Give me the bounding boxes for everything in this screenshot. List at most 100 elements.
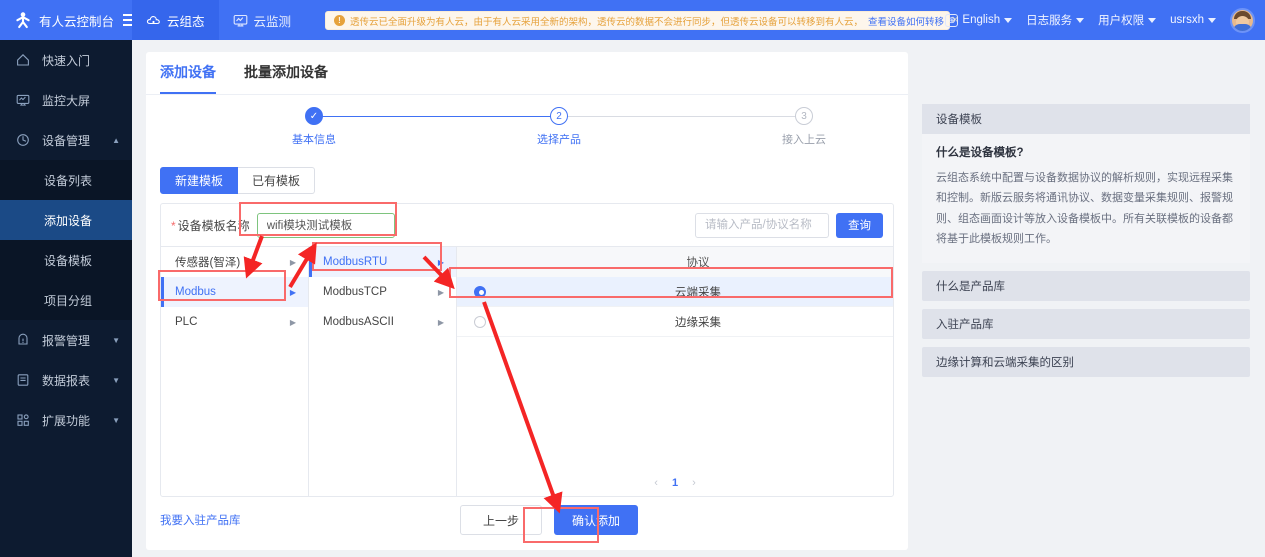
- sidebar-item-data-report[interactable]: 数据报表 ▼: [0, 360, 132, 400]
- step-label: 接入上云: [782, 134, 826, 146]
- step-basic-info[interactable]: ✓ 基本信息: [254, 107, 374, 147]
- brand-title: 有人云控制台: [39, 14, 115, 29]
- chevron-down-icon: [1076, 17, 1085, 23]
- top-right-menu: ⊕ English 日志服务 用户权限 usrsxh: [945, 0, 1255, 40]
- step-label: 选择产品: [537, 134, 581, 146]
- template-name-input[interactable]: [256, 212, 395, 238]
- chevron-right-icon: ▶: [437, 257, 444, 267]
- sidebar-item-device-management[interactable]: 设备管理 ▲: [0, 120, 132, 160]
- tab-label: 添加设备: [160, 64, 216, 80]
- language-label: English: [962, 14, 1001, 26]
- sidebar-item-alarm-management[interactable]: 报警管理 ▼: [0, 320, 132, 360]
- table-row[interactable]: 云端采集: [457, 277, 893, 307]
- protocol-label: 边缘采集: [675, 316, 721, 329]
- sidebar-item-label: 数据报表: [42, 373, 91, 388]
- top-bar: 有人云控制台 云组态 云监测 ! 透传云已全面升级为有人云，由于有人云采用全新的…: [0, 0, 1265, 40]
- confirm-add-button[interactable]: 确认添加: [554, 505, 639, 535]
- help-section-what-is-product-library[interactable]: 什么是产品库: [922, 271, 1250, 302]
- screen-icon: [14, 93, 32, 107]
- tab-batch-add-device[interactable]: 批量添加设备: [244, 62, 328, 94]
- template-mode-segmented: 新建模板 已有模板: [160, 167, 908, 194]
- app-root: 有人云控制台 云组态 云监测 ! 透传云已全面升级为有人云，由于有人云采用全新的…: [0, 0, 1265, 557]
- pagination: ‹ 1 ›: [457, 477, 893, 489]
- picker-option-modbus[interactable]: Modbus ▶: [161, 277, 308, 307]
- device-icon: [14, 133, 32, 147]
- notice-text: 透传云已全面升级为有人云，由于有人云采用全新的架构，透传云的数据不会进行同步，但…: [350, 16, 864, 28]
- logo-icon: [14, 11, 32, 29]
- chevron-down-icon: ▼: [112, 375, 120, 385]
- search-input[interactable]: [695, 212, 829, 238]
- product-picker: 传感器(智泽) ▶ Modbus ▶ PLC ▶ ModbusRTU ▶ Mod…: [161, 246, 893, 496]
- pagination-next[interactable]: ›: [692, 477, 696, 489]
- monitor-icon: [233, 14, 248, 27]
- notice-link[interactable]: 查看设备如何转移: [868, 14, 944, 28]
- sidebar: 快速入门 监控大屏 设备管理 ▲ 设备列表 添加设备 设备模板 项目分组 报警管…: [0, 40, 132, 557]
- radio-cell[interactable]: [457, 315, 503, 328]
- language-selector[interactable]: ⊕ English: [945, 13, 1013, 27]
- username-menu[interactable]: usrsxh: [1170, 14, 1216, 26]
- nav-app-yunjiance[interactable]: 云监测: [219, 0, 306, 40]
- form-row-template-name: *设备模板名称 查询: [161, 204, 893, 246]
- picker-option-modbusascii[interactable]: ModbusASCII ▶: [309, 307, 456, 337]
- user-permission-label: 用户权限: [1098, 15, 1145, 27]
- prev-step-button[interactable]: 上一步: [460, 505, 543, 535]
- picker-option-label: ModbusRTU: [323, 256, 388, 268]
- segment-existing-template[interactable]: 已有模板: [238, 167, 316, 194]
- help-section-join-product-library[interactable]: 入驻产品库: [922, 309, 1250, 340]
- step-connect-cloud[interactable]: 3 接入上云: [744, 107, 864, 147]
- picker-column-protocol-family: ModbusRTU ▶ ModbusTCP ▶ ModbusASCII ▶: [309, 247, 457, 496]
- table-row[interactable]: 边缘采集: [457, 307, 893, 337]
- step-number: 3: [795, 107, 813, 125]
- footer-buttons: 上一步 确认添加: [460, 505, 639, 535]
- chevron-down-icon: ▼: [112, 415, 120, 425]
- sidebar-item-device-template[interactable]: 设备模板: [0, 240, 132, 280]
- picker-option-modbusrtu[interactable]: ModbusRTU ▶: [309, 247, 456, 277]
- search-button[interactable]: 查询: [836, 212, 883, 238]
- card-footer: 我要入驻产品库 上一步 确认添加: [160, 504, 894, 536]
- chevron-right-icon: ▶: [437, 317, 444, 327]
- chevron-down-icon: [1208, 17, 1216, 23]
- sidebar-item-quickstart[interactable]: 快速入门: [0, 40, 132, 80]
- help-section-edge-vs-cloud[interactable]: 边缘计算和云端采集的区别: [922, 347, 1250, 378]
- sidebar-item-project-group[interactable]: 项目分组: [0, 280, 132, 320]
- sidebar-item-extensions[interactable]: 扩展功能 ▼: [0, 400, 132, 440]
- step-number: 2: [550, 107, 568, 125]
- picker-option-sensor[interactable]: 传感器(智泽) ▶: [161, 247, 308, 277]
- user-permission-menu[interactable]: 用户权限: [1098, 12, 1157, 28]
- nav-app-label: 云监测: [253, 14, 292, 29]
- nav-app-yunzutai[interactable]: 云组态: [132, 0, 219, 40]
- picker-option-plc[interactable]: PLC ▶: [161, 307, 308, 337]
- report-icon: [14, 373, 32, 387]
- help-panel: 设备模板 什么是设备模板? 云组态系统中配置与设备数据协议的解析规则，实现远程采…: [922, 104, 1250, 378]
- picker-option-modbustcp[interactable]: ModbusTCP ▶: [309, 277, 456, 307]
- help-section-title: 设备模板: [936, 114, 982, 126]
- pagination-page-1[interactable]: 1: [672, 477, 678, 489]
- chevron-down-icon: [1004, 17, 1013, 23]
- picker-option-label: 传感器(智泽): [175, 257, 241, 269]
- log-service-label: 日志服务: [1026, 15, 1073, 27]
- log-service-menu[interactable]: 日志服务: [1026, 12, 1085, 28]
- segment-label: 已有模板: [252, 174, 301, 188]
- cloud-icon: [146, 14, 161, 27]
- step-select-product[interactable]: 2 选择产品: [499, 107, 619, 147]
- avatar[interactable]: [1230, 7, 1255, 33]
- picker-option-label: ModbusASCII: [323, 316, 394, 328]
- brand[interactable]: 有人云控制台: [0, 0, 139, 40]
- radio-icon: [474, 315, 486, 328]
- pagination-prev[interactable]: ‹: [654, 477, 658, 489]
- sidebar-item-label: 设备管理: [42, 133, 91, 148]
- sidebar-item-add-device[interactable]: 添加设备: [0, 200, 132, 240]
- alarm-icon: [14, 333, 32, 347]
- sidebar-item-device-list[interactable]: 设备列表: [0, 160, 132, 200]
- globe-icon: ⊕: [945, 13, 959, 27]
- segment-new-template[interactable]: 新建模板: [160, 167, 239, 194]
- join-product-library-link[interactable]: 我要入驻产品库: [160, 512, 241, 528]
- step-label: 基本信息: [292, 134, 336, 146]
- tab-add-device[interactable]: 添加设备: [160, 62, 216, 94]
- help-item-label: 边缘计算和云端采集的区别: [936, 357, 1074, 370]
- chevron-right-icon: ▶: [437, 287, 444, 297]
- radio-cell[interactable]: [457, 285, 503, 298]
- sidebar-item-dashboard[interactable]: 监控大屏: [0, 80, 132, 120]
- help-section-device-template[interactable]: 设备模板: [922, 104, 1250, 134]
- picker-option-label: Modbus: [175, 286, 216, 298]
